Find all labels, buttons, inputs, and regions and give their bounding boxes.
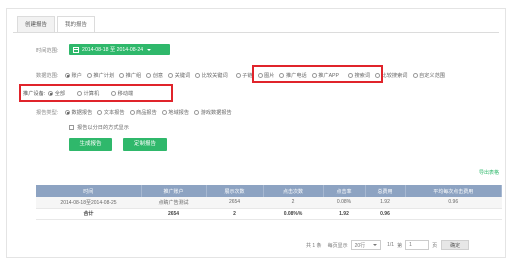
time-range-label: 时间范围:	[36, 48, 59, 54]
cell-total-avg-cpc: 0.96	[365, 208, 405, 220]
generate-report-button[interactable]: 生成报告	[69, 138, 112, 151]
tab-my-reports[interactable]: 我的报告	[57, 16, 96, 33]
cell-date-range: 2014-08-18至2014-08-25	[36, 197, 141, 209]
confirm-button[interactable]: 确定	[441, 240, 470, 250]
radio-icon	[168, 73, 174, 78]
report-type-product[interactable]: 商品报告	[129, 109, 157, 116]
device-row: 推广设备: 全部 计算机 移动端	[23, 90, 138, 97]
radio-icon	[97, 110, 103, 115]
scope-option-group[interactable]: 推广组	[119, 72, 141, 79]
column-header: 平均每次点击费用	[405, 185, 502, 197]
column-header: 时间	[36, 185, 142, 197]
calendar-icon	[73, 46, 79, 53]
radio-icon	[77, 91, 83, 96]
cell-account-link[interactable]: 点睛广告测试	[141, 197, 206, 209]
radio-icon	[195, 73, 201, 78]
column-header: 展示次数	[206, 185, 264, 197]
split-by-day-label: 报告以分日的方式显示	[77, 125, 129, 131]
radio-icon	[194, 110, 200, 115]
cell-total-ctr: 0.08%%	[263, 208, 323, 220]
chevron-down-icon	[373, 244, 378, 246]
radio-icon	[48, 91, 54, 96]
scope-option-sublink[interactable]: 子链	[235, 72, 253, 79]
scope-option-keyword[interactable]: 关键词	[168, 72, 190, 79]
goto-page-input[interactable]: 1	[405, 240, 430, 250]
per-page-label: 每页显示	[327, 242, 348, 249]
cell-cost: 1.92	[365, 197, 405, 209]
scope-option-creative[interactable]: 创意	[146, 72, 163, 79]
tab-create-report[interactable]: 创建报告	[17, 16, 56, 33]
device-label: 推广设备:	[23, 91, 46, 97]
radio-icon	[119, 73, 125, 78]
table-row: 2014-08-18至2014-08-25 点睛广告测试 2654 2 0.08…	[36, 197, 502, 209]
report-type-options: 数据报告 文本报告 商品报告 地域报告 游戏数据报告	[65, 109, 237, 116]
device-option-computer[interactable]: 计算机	[77, 90, 99, 97]
report-type-label: 报告类型:	[36, 110, 59, 116]
radio-icon	[146, 73, 152, 78]
device-option-mobile[interactable]: 移动端	[111, 90, 133, 97]
date-range-value: 2014-08-18 至 2014-08-24	[82, 47, 144, 53]
column-header: 总费用	[365, 185, 406, 197]
cell-clicks: 2	[263, 197, 323, 209]
radio-icon	[235, 73, 241, 78]
pager-total: 共 1 条	[306, 242, 322, 249]
radio-icon	[161, 110, 167, 115]
data-scope-label: 数据范围:	[36, 73, 59, 79]
goto-label: 第	[397, 242, 403, 249]
report-type-region[interactable]: 地域报告	[161, 109, 189, 116]
radio-icon	[111, 91, 117, 96]
report-table: 时间 推广账户 展示次数 点击次数 点击率 总费用 平均每次点击费用 2014-…	[36, 185, 502, 220]
cell-total-clicks: 2	[206, 208, 263, 220]
radio-icon	[86, 73, 92, 78]
scope-option-compare-keyword[interactable]: 比较关键词	[195, 72, 228, 79]
report-type-text[interactable]: 文本报告	[97, 109, 125, 116]
cell-avg-cpc: 0.96	[405, 197, 502, 209]
radio-icon	[65, 110, 70, 115]
table-total-row: 合计 2654 2 0.08%% 1.92 0.96	[36, 208, 502, 220]
caret-down-icon	[147, 48, 152, 51]
split-by-day-option[interactable]: 报告以分日的方式显示	[69, 124, 129, 131]
scope-option-account[interactable]: 账户	[65, 72, 82, 79]
highlight-box-scope	[252, 65, 383, 83]
cell-impressions: 2654	[206, 197, 263, 209]
cell-total-cost: 1.92	[323, 208, 365, 220]
device-option-all[interactable]: 全部	[48, 90, 65, 97]
date-range-picker[interactable]: 2014-08-18 至 2014-08-24	[69, 44, 170, 55]
page-indicator: 1/1	[387, 242, 395, 248]
radio-icon	[65, 73, 70, 78]
pagination: 共 1 条 每页显示 20行 1/1 第 1 页 确定	[306, 240, 470, 250]
scope-option-custom[interactable]: 自定义范围	[412, 72, 445, 79]
table-header-row: 时间 推广账户 展示次数 点击次数 点击率 总费用 平均每次点击费用	[36, 185, 502, 197]
report-type-game[interactable]: 游戏数据报告	[194, 109, 232, 116]
tab-divider	[13, 32, 499, 33]
cell-total-empty	[405, 208, 502, 220]
cell-total-impressions: 2654	[141, 208, 206, 220]
cell-ctr: 0.08%	[323, 197, 365, 209]
per-page-select[interactable]: 20行	[350, 240, 382, 250]
report-panel: 创建报告 我的报告 时间范围: 2014-08-18 至 2014-08-24 …	[6, 8, 506, 258]
export-table-link[interactable]: 导出表格	[479, 169, 499, 176]
column-header: 点击次数	[263, 185, 324, 197]
radio-icon	[412, 73, 418, 78]
schedule-report-button[interactable]: 定制报告	[123, 138, 167, 151]
checkbox-icon[interactable]	[69, 125, 74, 130]
page-unit: 页	[432, 242, 438, 249]
radio-icon	[129, 110, 135, 115]
cell-total-label: 合计	[36, 208, 141, 220]
tab-bar: 创建报告 我的报告	[17, 16, 97, 33]
scope-option-plan[interactable]: 推广计划	[86, 72, 114, 79]
column-header: 点击率	[323, 185, 366, 197]
report-type-data[interactable]: 数据报告	[65, 109, 92, 116]
column-header: 推广账户	[141, 185, 207, 197]
